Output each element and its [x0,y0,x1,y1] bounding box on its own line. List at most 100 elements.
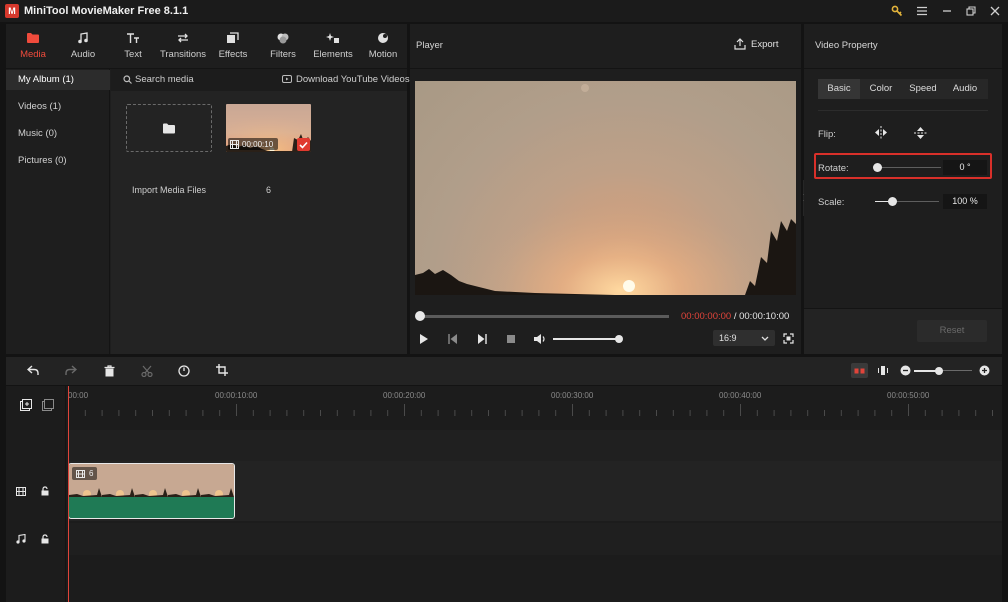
tabs-divider [818,110,988,111]
split-icon[interactable] [141,365,153,377]
film-icon [76,469,85,478]
tab-label: Filters [270,49,296,60]
crop-icon[interactable] [216,364,228,376]
tab-basic[interactable]: Basic [818,79,860,99]
export-label: Export [751,38,779,50]
duration-text: 00:00:10 [242,139,274,149]
search-input[interactable]: Search media [135,74,245,87]
music-track[interactable] [68,523,1002,555]
zoom-slider[interactable] [939,370,972,371]
import-media-button[interactable] [126,104,212,152]
flip-vertical-icon[interactable] [914,126,927,140]
copy-track-icon[interactable] [42,399,54,411]
elements-icon [326,33,339,43]
ruler-label: 00:00:10:00 [215,391,258,400]
close-icon[interactable] [985,2,1005,20]
reset-button[interactable]: Reset [917,320,987,342]
scale-value-input[interactable]: 100 % [943,194,987,209]
menu-icon[interactable] [912,2,932,20]
restore-icon[interactable] [961,2,981,20]
fit-timeline-icon[interactable] [878,365,888,376]
tab-filters[interactable]: Filters [258,24,308,68]
volume-icon[interactable] [533,333,547,345]
timeline-ruler[interactable]: 00:00 00:00:10:00 00:00:20:00 00:00:30:0… [68,386,1002,430]
tab-transitions[interactable]: Transitions [158,24,208,68]
filters-icon [277,33,289,44]
current-time: 00:00:00:00 [681,311,732,322]
tab-audio[interactable]: Audio [58,24,108,68]
search-icon [123,75,132,84]
video-preview[interactable] [415,81,796,295]
zoom-in-icon[interactable] [979,365,990,376]
speed-icon[interactable] [178,365,190,377]
sidebar-item-videos[interactable]: Videos (1) [6,97,110,117]
sidebar-item-my-album[interactable]: My Album (1) [6,70,110,90]
video-clip[interactable]: 6 [68,463,235,519]
snap-icon[interactable] [851,363,868,378]
tab-elements[interactable]: Elements [308,24,358,68]
album-sidebar: My Album (1) Videos (1) Music (0) Pictur… [6,69,110,354]
ruler-label: 00:00 [68,391,89,400]
time-separator: / [733,311,737,322]
rotate-slider-handle[interactable] [873,163,882,172]
video-property-panel: Video Property Basic Color Speed Audio F… [804,24,1002,354]
volume-slider[interactable] [553,338,619,340]
ruler-label: 00:00:50:00 [887,391,930,400]
key-icon[interactable] [887,2,907,20]
skip-back-icon[interactable] [448,333,458,345]
volume-slider-handle[interactable] [615,335,623,343]
download-youtube-link[interactable]: Download YouTube Videos [296,74,410,85]
tab-media[interactable]: Media [8,24,58,68]
play-icon[interactable] [419,333,429,345]
flip-horizontal-icon[interactable] [874,126,888,139]
stop-icon[interactable] [506,334,516,344]
rotate-slider[interactable] [877,167,941,168]
playhead[interactable] [68,386,69,602]
sidebar-item-pictures[interactable]: Pictures (0) [6,151,110,171]
tab-motion[interactable]: Motion [358,24,408,68]
delete-icon[interactable] [104,365,115,377]
tab-label: Transitions [159,49,207,60]
scale-slider[interactable] [893,201,939,202]
tab-effects[interactable]: Effects [208,24,258,68]
tab-label: Media [20,49,46,60]
text-icon [127,33,139,43]
aspect-ratio-value: 16:9 [719,333,737,343]
zoom-slider-handle[interactable] [935,367,943,375]
fullscreen-icon[interactable] [783,333,794,344]
tab-text[interactable]: Text [108,24,158,68]
minimize-icon[interactable] [937,2,957,20]
scale-slider-handle[interactable] [888,197,897,206]
music-note-icon [78,32,88,44]
import-media-label: Import Media Files [131,185,207,195]
tab-label: Motion [368,49,398,60]
timeline-scrubber[interactable] [419,315,669,318]
flip-label: Flip: [818,129,836,140]
export-button[interactable]: Export [734,38,778,50]
scrubber-handle[interactable] [415,311,425,321]
tab-speed[interactable]: Speed [902,79,944,99]
media-thumbnail[interactable]: 00:00:10 [226,104,311,152]
zoom-out-icon[interactable] [900,365,911,376]
ruler-label: 00:00:20:00 [383,391,426,400]
add-track-icon[interactable] [20,399,32,411]
undo-icon[interactable] [27,365,39,376]
skip-forward-icon[interactable] [477,333,487,345]
folder-icon [27,33,39,43]
rotate-value-input[interactable]: 0 ° [943,160,987,175]
media-library: Search media Download YouTube Videos Imp… [111,69,410,354]
tab-audio-property[interactable]: Audio [944,79,986,99]
media-panel: Media Audio Text Transitions Effects Fil… [6,24,410,354]
player-header: Player Export [410,24,801,68]
audio-lock-icon[interactable] [41,534,49,544]
redo-icon[interactable] [65,365,77,376]
duration-badge: 00:00:10 [228,138,278,150]
lock-icon[interactable] [41,486,49,496]
aspect-ratio-select[interactable]: 16:9 [713,330,775,346]
tab-color[interactable]: Color [860,79,902,99]
app-logo: M [5,4,19,18]
sidebar-item-music[interactable]: Music (0) [6,124,110,144]
selected-check-icon [297,138,310,151]
clip-name: 6 [89,469,94,478]
app-title: MiniTool MovieMaker Free 8.1.1 [24,5,189,17]
